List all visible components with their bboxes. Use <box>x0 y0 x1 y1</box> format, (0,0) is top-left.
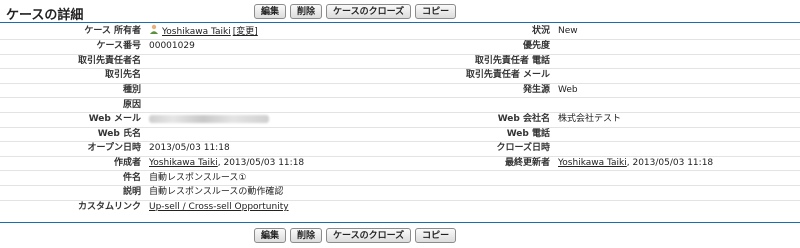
status-value: New <box>554 24 800 40</box>
custom-links-value: Up-sell / Cross-sell Opportunity <box>145 200 394 214</box>
copy-button[interactable]: コピー <box>415 4 457 19</box>
delete-button[interactable]: 削除 <box>290 4 323 19</box>
close-case-button[interactable]: ケースのクローズ <box>326 228 412 243</box>
case-detail-table: ケース 所有者 Yoshikawa Taiki [変更] 状況 New ケース番号… <box>0 24 800 214</box>
edit-button[interactable]: 編集 <box>254 4 287 19</box>
subject-value: 自動レスポンスルース① <box>145 170 394 186</box>
detail-row: 原因 <box>0 97 800 113</box>
detail-row: Web 氏名 Web 電話 <box>0 127 800 143</box>
user-icon <box>149 24 159 39</box>
contact-name-value <box>145 54 394 70</box>
upsell-crosssell-link[interactable]: Up-sell / Cross-sell Opportunity <box>149 202 289 212</box>
delete-button[interactable]: 削除 <box>290 228 323 243</box>
web-email-label: Web メール <box>0 112 145 128</box>
change-owner-link[interactable]: [変更] <box>233 27 258 37</box>
detail-row: ケース 所有者 Yoshikawa Taiki [変更] 状況 New <box>0 24 800 40</box>
case-detail-page: ケースの詳細 編集 削除 ケースのクローズ コピー ケース 所有者 Yoshik… <box>0 0 800 248</box>
page-title: ケースの詳細 <box>6 8 84 23</box>
section-divider-top <box>0 22 800 23</box>
edit-button[interactable]: 編集 <box>254 228 287 243</box>
web-company-value: 株式会社テスト <box>554 112 800 128</box>
status-label: 状況 <box>394 24 554 40</box>
detail-row: 件名 自動レスポンスルース① <box>0 170 800 186</box>
detail-row: 取引先名 取引先責任者 メール <box>0 68 800 84</box>
detail-row: ケース番号 00001029 優先度 <box>0 39 800 55</box>
contact-phone-value <box>554 54 800 70</box>
modified-by-value: Yoshikawa Taiki, 2013/05/03 11:18 <box>554 156 800 172</box>
description-label: 説明 <box>0 185 145 201</box>
closed-date-value <box>554 141 800 157</box>
priority-value <box>554 39 800 55</box>
modified-by-label: 最終更新者 <box>394 156 554 172</box>
detail-row: 作成者 Yoshikawa Taiki, 2013/05/03 11:18 最終… <box>0 156 800 172</box>
web-company-label: Web 会社名 <box>394 112 554 128</box>
type-value <box>145 83 394 99</box>
contact-name-label: 取引先責任者名 <box>0 54 145 70</box>
top-button-bar: 編集 削除 ケースのクローズ コピー <box>254 4 457 19</box>
detail-row: 種別 発生源 Web <box>0 83 800 99</box>
account-name-value <box>145 68 394 84</box>
description-value: 自動レスポンスルースの動作確認 <box>145 185 394 201</box>
created-by-user-link[interactable]: Yoshikawa Taiki <box>149 158 218 168</box>
bottom-button-bar: 編集 削除 ケースのクローズ コピー <box>254 228 457 243</box>
subject-label: 件名 <box>0 170 145 186</box>
opened-date-value: 2013/05/03 11:18 <box>145 141 394 157</box>
web-email-value <box>145 112 394 128</box>
detail-row: 説明 自動レスポンスルースの動作確認 <box>0 185 800 201</box>
origin-value: Web <box>554 83 800 99</box>
reason-label: 原因 <box>0 97 145 113</box>
modified-by-user-link[interactable]: Yoshikawa Taiki <box>558 158 627 168</box>
section-divider-bottom <box>0 222 800 223</box>
owner-label: ケース 所有者 <box>0 24 145 40</box>
detail-row: Web メール Web 会社名 株式会社テスト <box>0 112 800 128</box>
contact-email-value <box>554 68 800 84</box>
created-by-value: Yoshikawa Taiki, 2013/05/03 11:18 <box>145 156 394 172</box>
closed-date-label: クローズ日時 <box>394 141 554 157</box>
case-number-label: ケース番号 <box>0 39 145 55</box>
owner-value: Yoshikawa Taiki [変更] <box>145 24 394 40</box>
custom-links-label: カスタムリンク <box>77 201 141 212</box>
web-name-label: Web 氏名 <box>0 127 145 143</box>
copy-button[interactable]: コピー <box>415 228 457 243</box>
priority-label: 優先度 <box>394 39 554 55</box>
account-name-label: 取引先名 <box>0 68 145 84</box>
type-label: 種別 <box>0 83 145 99</box>
redacted-email <box>149 114 269 123</box>
close-case-button[interactable]: ケースのクローズ <box>326 4 412 19</box>
contact-phone-label: 取引先責任者 電話 <box>394 54 554 70</box>
web-phone-value <box>554 127 800 143</box>
reason-value <box>145 97 394 113</box>
contact-email-label: 取引先責任者 メール <box>394 68 554 84</box>
origin-label: 発生源 <box>394 83 554 99</box>
owner-link[interactable]: Yoshikawa Taiki <box>162 27 231 37</box>
modified-by-date: , 2013/05/03 11:18 <box>626 158 714 169</box>
created-by-label: 作成者 <box>0 156 145 172</box>
detail-row: 取引先責任者名 取引先責任者 電話 <box>0 54 800 70</box>
detail-row: オープン日時 2013/05/03 11:18 クローズ日時 <box>0 141 800 157</box>
opened-date-label: オープン日時 <box>0 141 145 157</box>
case-number-value: 00001029 <box>145 39 394 55</box>
detail-row: カスタムリンク Up-sell / Cross-sell Opportunity <box>0 200 800 214</box>
web-phone-label: Web 電話 <box>394 127 554 143</box>
created-by-date: , 2013/05/03 11:18 <box>217 158 305 169</box>
web-name-value <box>145 127 394 143</box>
